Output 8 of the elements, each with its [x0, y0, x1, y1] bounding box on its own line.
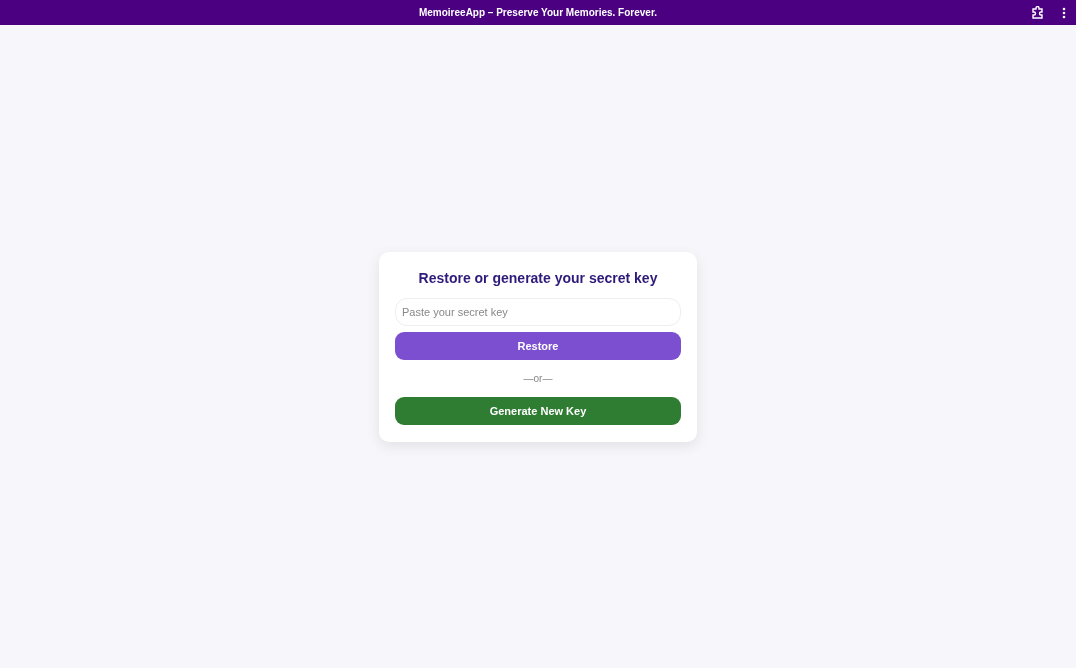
secret-key-field[interactable]: Paste your secret key [395, 297, 681, 326]
card-heading: Restore or generate your secret key [417, 269, 659, 286]
restore-button[interactable]: Restore [395, 331, 681, 360]
window-title: MemoireeApp – Preserve Your Memories. Forever. [418, 7, 658, 18]
puzzle-icon[interactable] [1031, 6, 1044, 19]
menu-icon[interactable] [1062, 6, 1066, 19]
generate-key-button[interactable]: Generate New Key [395, 396, 681, 425]
or-divider: —or— [522, 372, 554, 384]
